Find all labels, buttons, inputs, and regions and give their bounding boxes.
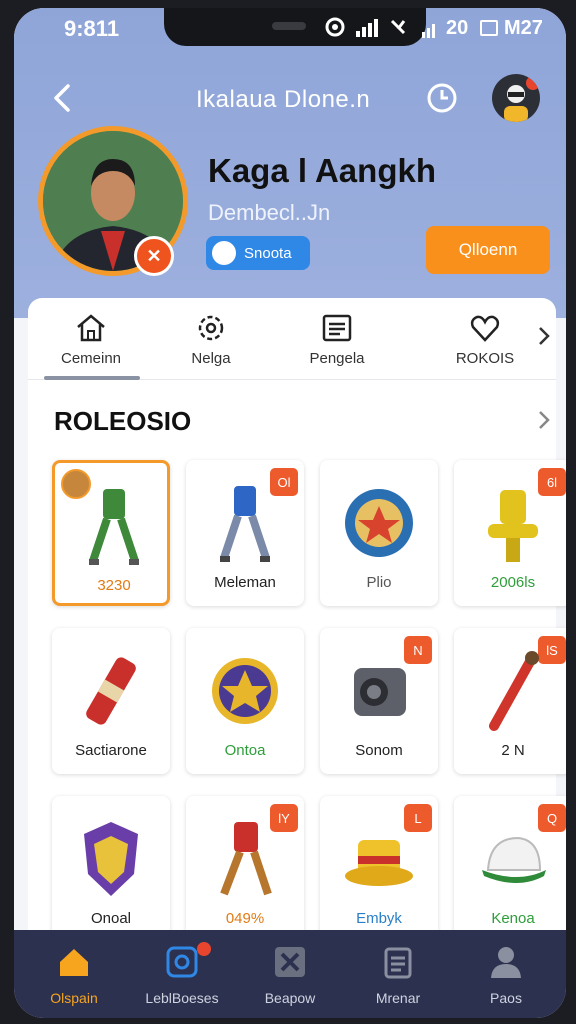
grid-item[interactable]: lS 2 N: [454, 628, 566, 774]
wifi-icon: [325, 17, 345, 37]
instagram-icon: [166, 946, 198, 978]
primary-action-label: Qlloenn: [458, 240, 518, 259]
yellow-hat-icon: [345, 840, 413, 886]
chevron-left-icon: [54, 84, 70, 112]
cap-icon: [482, 836, 546, 883]
bottom-nav-label: Paos: [490, 990, 522, 1006]
status-bar: 9:811 20 M27: [14, 8, 566, 48]
item-label: Ontoa: [224, 742, 266, 759]
tool-icon: ✕: [146, 245, 162, 266]
home-icon: [77, 314, 105, 342]
profile-name: Kaga l Aangkh: [208, 152, 436, 189]
camera-device-icon: [354, 668, 406, 716]
profile-handle: Dembecl..Jn: [208, 200, 331, 225]
status-right-text: 20: [446, 17, 469, 39]
list-icon: [322, 314, 352, 342]
nav-title: Ikalaua Dlone.n: [196, 86, 371, 113]
bottom-nav-box[interactable]: Beapow: [235, 944, 345, 1014]
grid-item[interactable]: Q Kenoa: [454, 796, 566, 942]
profile-edit-badge[interactable]: ✕: [134, 236, 174, 276]
green-robot-icon: [89, 489, 139, 565]
clipboard-icon: [384, 947, 412, 979]
status-time: 9:811: [64, 16, 120, 41]
red-robot-icon: [220, 822, 272, 896]
tab-label: ROKOIS: [455, 350, 515, 367]
pill-avatar-icon: [212, 241, 236, 265]
signal-icon-2: [422, 18, 435, 38]
item-label: Onoal: [90, 910, 132, 927]
bottom-nav-profile[interactable]: Paos: [451, 944, 561, 1014]
item-label: 049%: [225, 910, 265, 927]
phone-screen: 9:811 20 M27 Ikalaua Dlone.n ✕ Kaga l Aa…: [14, 8, 566, 1018]
battery-icon: [480, 20, 498, 36]
bottom-nav-tasks[interactable]: Mrenar: [343, 944, 453, 1014]
grid-item[interactable]: 3230: [52, 460, 170, 606]
mute-icon: [390, 19, 406, 35]
grid-item[interactable]: N Sonom: [320, 628, 438, 774]
notification-badge: [197, 942, 211, 956]
bottom-nav-social[interactable]: LeblBoeses: [127, 942, 237, 1014]
user-avatar[interactable]: [492, 74, 540, 122]
gear-icon: [198, 315, 224, 341]
content-card: Cemeinn Nelga Pengela ROKOIS ROLEOSIO 32: [28, 298, 566, 958]
grid-item[interactable]: Plio: [320, 460, 438, 606]
bottom-nav-home[interactable]: Olspain: [19, 944, 129, 1014]
item-label: Plio: [366, 574, 392, 591]
heart-icon: [470, 315, 500, 342]
grid-item[interactable]: 6l 2006ls: [454, 460, 566, 606]
chevron-right-icon[interactable]: [536, 324, 552, 348]
grid-item[interactable]: Sactiarone: [52, 628, 170, 774]
gold-badge-icon: [212, 658, 278, 724]
item-label: Sonom: [355, 742, 403, 759]
primary-action-button[interactable]: Qlloenn: [426, 226, 550, 274]
yellow-robot-icon: [488, 490, 538, 562]
tab-label: Nelga: [191, 350, 231, 367]
grid-item[interactable]: Ol Meleman: [186, 460, 304, 606]
item-label: Embyk: [356, 910, 402, 927]
grid-item[interactable]: L Embyk: [320, 796, 438, 942]
item-label: 2006ls: [490, 574, 536, 591]
chevron-right-icon[interactable]: [536, 408, 552, 432]
clock-icon: [427, 83, 457, 113]
history-button[interactable]: [424, 80, 460, 116]
bottom-nav-label: Mrenar: [375, 990, 421, 1006]
bottom-nav-label: Beapow: [264, 990, 316, 1006]
tab-home[interactable]: Cemeinn: [36, 312, 146, 372]
red-stick-icon: [489, 651, 539, 731]
shield-emblem-icon: [345, 489, 413, 557]
tab-bar: Cemeinn Nelga Pengela ROKOIS: [28, 298, 556, 380]
purple-shield-icon: [84, 822, 138, 896]
box-x-icon: [275, 947, 305, 977]
status-right-extra: M27: [504, 17, 543, 39]
home-icon: [60, 949, 88, 976]
red-tube-icon: [86, 657, 136, 725]
grid-item[interactable]: lY 049%: [186, 796, 304, 942]
bottom-nav: Olspain LeblBoeses Beapow Mrenar Paos: [14, 930, 566, 1018]
top-nav: Ikalaua Dlone.n: [14, 68, 566, 128]
status-pill[interactable]: Snoota: [206, 236, 310, 270]
back-button[interactable]: [44, 78, 80, 118]
tab-favorites[interactable]: ROKOIS: [430, 312, 540, 372]
tab-label: Cemeinn: [60, 350, 122, 367]
item-label: Sactiarone: [75, 742, 147, 759]
item-label: Kenoa: [491, 910, 535, 927]
tab-label: Pengela: [309, 350, 365, 367]
signal-icon: [356, 17, 378, 37]
item-label: 3230: [97, 577, 131, 594]
person-icon: [491, 947, 521, 978]
status-icons: [324, 16, 408, 38]
tab-list[interactable]: Pengela: [282, 312, 392, 372]
tab-settings[interactable]: Nelga: [156, 312, 266, 372]
item-label: 2 N: [501, 742, 525, 759]
pill-label: Snoota: [244, 244, 292, 262]
grid-item[interactable]: Ontoa: [186, 628, 304, 774]
notification-badge: [526, 76, 540, 90]
blue-robot-icon: [220, 486, 270, 562]
bottom-nav-label: Olspain: [50, 990, 98, 1006]
section-title: ROLEOSIO: [54, 406, 192, 436]
tab-active-indicator: [44, 376, 140, 380]
bottom-nav-label: LeblBoeses: [145, 990, 219, 1006]
item-label: Meleman: [214, 574, 276, 591]
grid-item[interactable]: Onoal: [52, 796, 170, 942]
